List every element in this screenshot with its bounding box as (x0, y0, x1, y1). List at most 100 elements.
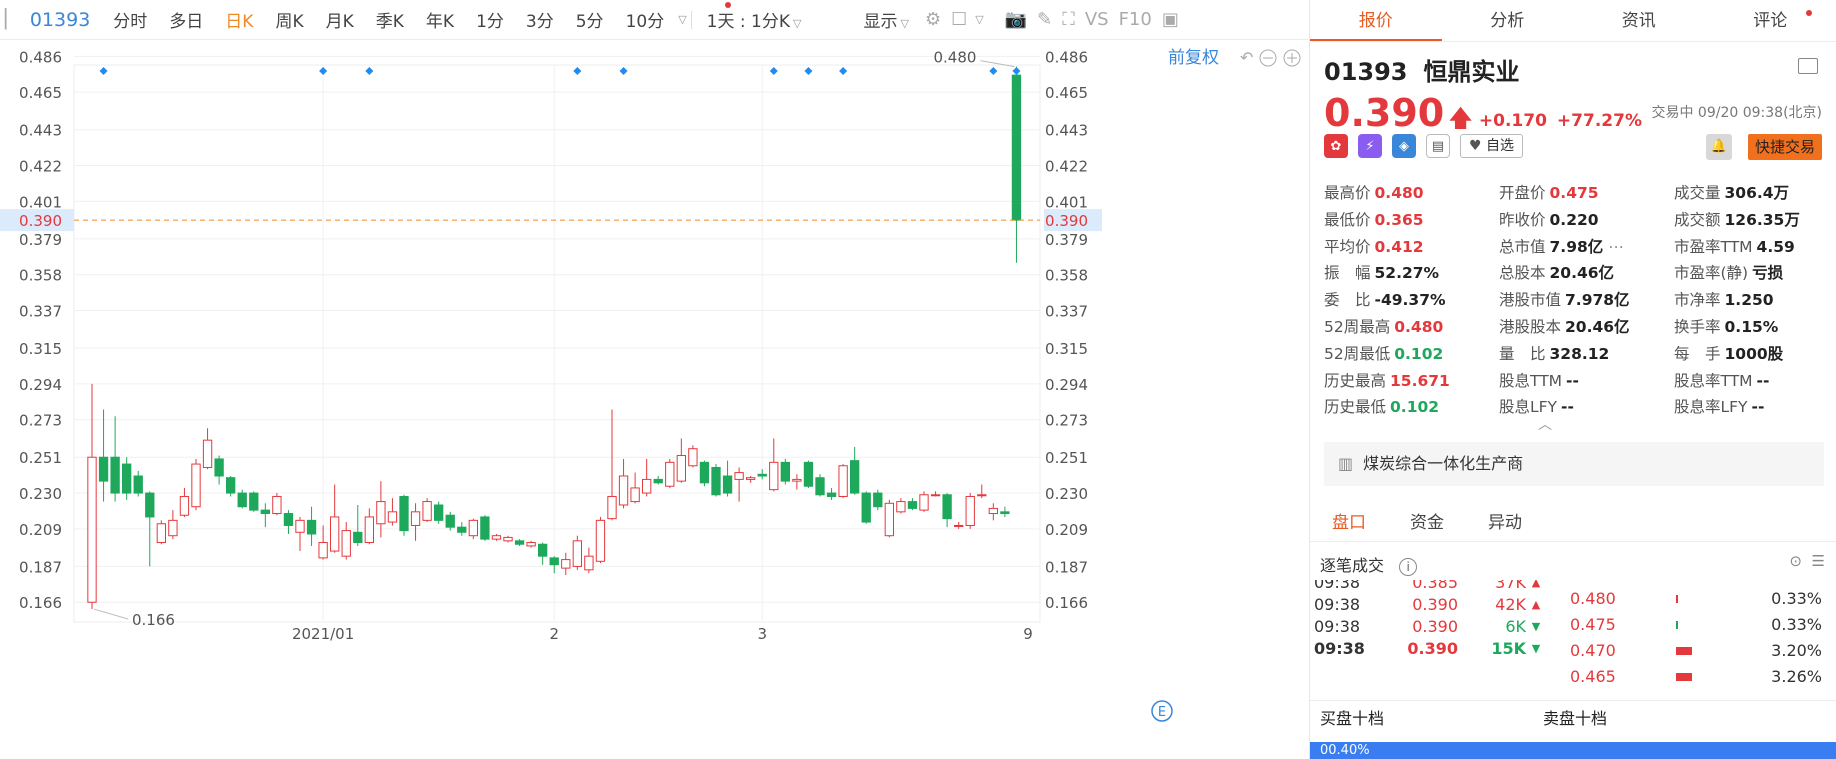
candle-up (387, 511, 398, 523)
tab-quote[interactable]: 报价 (1310, 0, 1442, 41)
subtab-zijin[interactable]: 资金 (1388, 506, 1466, 541)
event-diamond-marker[interactable] (839, 67, 848, 75)
candle-up (919, 494, 929, 511)
layout-chevron-icon[interactable]: ▽ (975, 13, 983, 26)
interval-select[interactable]: 1天 : 1分K ▽ (696, 7, 813, 32)
y-tick-label-left: 0.187 (19, 558, 62, 576)
candle-down (98, 456, 109, 482)
event-diamond-marker[interactable] (804, 67, 813, 75)
quick-trade-button[interactable]: 快捷交易 (1747, 134, 1822, 160)
sub-tabs: 盘口 资金 异动 (1310, 506, 1836, 542)
sidebar-toggle-icon[interactable]: ▏ (0, 9, 24, 30)
bell-icon[interactable]: 🔔 (1706, 134, 1732, 160)
ask-label[interactable]: 卖盘十档 (1533, 701, 1756, 736)
candle-down (711, 466, 721, 496)
period-tab-fenshi[interactable]: 分时 (102, 7, 158, 32)
kline-chart[interactable]: 0.486 0.465 0.443 0.422 0.401 0.379 0.358 0.337… (0, 41, 1308, 759)
event-diamond-marker[interactable] (319, 67, 328, 75)
menu-icon[interactable] (1798, 58, 1818, 74)
period-tab-duori[interactable]: 多日 (158, 7, 214, 32)
bid-label[interactable]: 买盘十档 (1310, 701, 1533, 736)
candle-down (457, 526, 467, 533)
event-diamond-marker[interactable] (619, 67, 628, 75)
fq-toggle[interactable]: 前复权 (1168, 48, 1219, 68)
heart-icon: ♥ (1469, 138, 1482, 154)
tag-icon[interactable]: ◈ (1392, 134, 1416, 158)
stats-row: 52周最低 0.102 量 比 328.12 每 手 1000股 (1324, 341, 1824, 368)
candle-up (595, 519, 606, 562)
subtab-pankou[interactable]: 盘口 (1310, 506, 1388, 541)
chart-grid (73, 55, 1041, 623)
candle-up (318, 542, 328, 559)
lightning-icon[interactable]: ⚡ (1358, 134, 1382, 158)
event-diamond-marker[interactable] (989, 67, 998, 75)
candle-down (722, 475, 733, 494)
period-tab-1min[interactable]: 1分 (465, 7, 515, 32)
y-tick-label-left: 0.337 (19, 303, 62, 321)
period-tab-month-k[interactable]: 月K (315, 7, 365, 32)
high-annotation-leader (980, 60, 1015, 68)
period-tab-week-k[interactable]: 周K (264, 7, 314, 32)
hk-flag-icon[interactable]: ✿ (1324, 134, 1348, 158)
settings-gear-icon[interactable]: ⚙ (920, 9, 946, 30)
event-diamond-marker[interactable] (1012, 67, 1021, 75)
candle-up (896, 501, 906, 513)
f10-button[interactable]: F10 (1114, 9, 1157, 30)
candle-up (572, 540, 582, 567)
stats-row: 平均价 0.412 总市值 7.98亿 ⋯ 市盈率TTM 4.59 (1324, 234, 1824, 261)
stat-cell: 历史最高 15.671 (1324, 368, 1499, 395)
more-icon[interactable]: ⋯ (1603, 238, 1624, 256)
tick-list[interactable]: 09:38 0.385 37K ▲ 09:38 0.390 42K ▲ 09:38 0.390 6K… (1310, 580, 1550, 692)
period-tab-quarter-k[interactable]: 季K (365, 7, 415, 32)
add-watchlist-button[interactable]: ♥ 自选 (1460, 134, 1524, 158)
pencil-icon[interactable]: ✎ (1032, 9, 1057, 30)
display-menu[interactable]: 显示 ▽ (852, 7, 919, 32)
stat-label: 市盈率TTM (1674, 237, 1753, 256)
candle-down (445, 514, 455, 528)
list-icon[interactable]: ☰ (1812, 552, 1825, 570)
candle-down (133, 475, 143, 494)
tab-news[interactable]: 资讯 (1573, 0, 1705, 41)
stat-value: 0.412 (1374, 237, 1424, 256)
side-panel-icon[interactable]: ▣ (1157, 9, 1184, 30)
tab-comments[interactable]: 评论 (1705, 0, 1836, 41)
event-diamond-marker[interactable] (365, 67, 374, 75)
candle-up (179, 495, 190, 516)
industry-row[interactable]: ▥ 煤炭综合一体化生产商 (1324, 442, 1824, 486)
undo-icon[interactable]: ↶ (1240, 48, 1253, 67)
candle-up (491, 535, 502, 540)
period-tab-day-k[interactable]: 日K (214, 7, 264, 32)
layout-square-icon[interactable]: ☐ (946, 9, 972, 30)
period-tab-10min[interactable]: 10分 (615, 7, 676, 32)
low-annotation: 0.166 (132, 611, 175, 629)
candle-down (260, 509, 270, 515)
y-tick-label-right: 0.337 (1045, 303, 1088, 321)
candle-down (757, 473, 767, 477)
event-diamond-marker[interactable] (573, 67, 582, 75)
candle-up (977, 494, 987, 497)
candle-up (688, 448, 698, 467)
vs-compare-button[interactable]: VS (1080, 9, 1114, 30)
more-periods-chevron-icon[interactable]: ▽ (678, 13, 686, 26)
fullscreen-icon[interactable]: ⛶ (1057, 9, 1080, 30)
info-icon[interactable]: i (1399, 558, 1418, 576)
display-menu-label: 显示 (863, 12, 898, 32)
period-tab-year-k[interactable]: 年K (415, 7, 465, 32)
subtab-yidong[interactable]: 异动 (1466, 506, 1544, 541)
camera-icon[interactable]: 📷 (1000, 9, 1032, 30)
event-diamond-marker[interactable] (99, 67, 108, 75)
more-icon[interactable]: ⊙ (1789, 552, 1802, 570)
event-diamond-marker[interactable] (769, 67, 778, 75)
stat-value: -- (1751, 398, 1765, 417)
plot-frame (73, 64, 1041, 623)
stat-value: 0.365 (1374, 210, 1424, 229)
tab-analysis[interactable]: 分析 (1442, 0, 1574, 41)
period-tab-3min[interactable]: 3分 (515, 7, 565, 32)
stock-code-label[interactable]: 01393 (24, 9, 102, 31)
bookmark-icon[interactable]: ▤ (1426, 134, 1450, 158)
collapse-chevron-up-icon[interactable]: ︿ (1538, 414, 1552, 434)
stat-value: 0.475 (1549, 184, 1599, 202)
y-tick-label-left: 0.443 (19, 122, 62, 140)
x-tick-label: 3 (757, 625, 767, 643)
period-tab-5min[interactable]: 5分 (565, 7, 615, 32)
